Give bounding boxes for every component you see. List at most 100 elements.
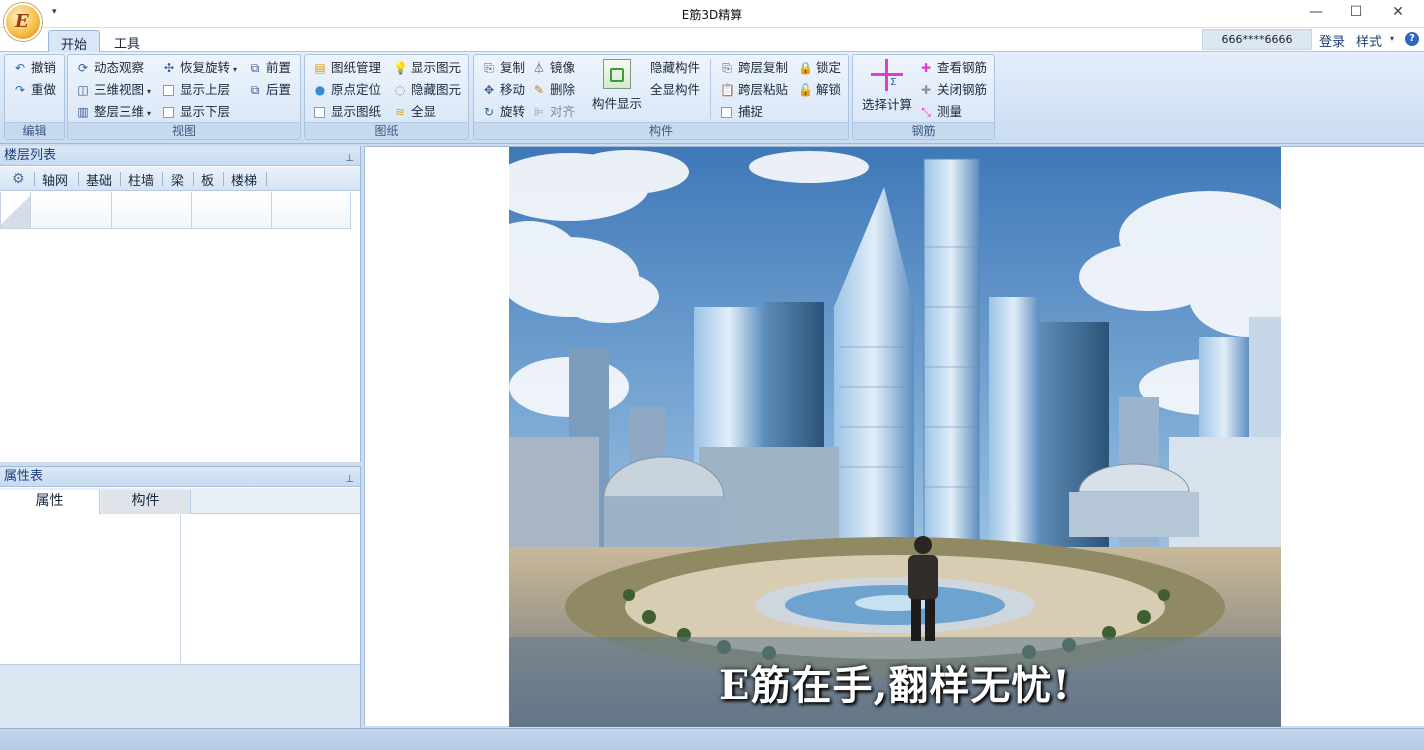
close-button[interactable]: ✕: [1378, 4, 1418, 24]
orbit-button[interactable]: ⟳ 动态观察: [74, 58, 144, 78]
delete-button[interactable]: ✎ 删除: [530, 80, 575, 100]
lock-icon: 🔒: [798, 61, 813, 75]
bulb-on-icon: 💡: [393, 61, 408, 75]
divider: [223, 172, 224, 186]
floor-tab-foundation[interactable]: 基础: [86, 170, 112, 189]
hide-component-button[interactable]: 隐藏构件: [650, 58, 700, 78]
restore-rotate-button[interactable]: ✣ 恢复旋转 ▾: [160, 58, 237, 78]
unlock-icon: 🔓: [798, 83, 813, 97]
cross-floor-copy-button[interactable]: ⎘ 跨层复制: [718, 58, 788, 78]
divider: [78, 172, 79, 186]
floor-grid[interactable]: [0, 192, 351, 229]
app-logo-icon[interactable]: E: [4, 3, 42, 41]
show-element-button[interactable]: 💡 显示图元: [391, 58, 461, 78]
divider: [120, 172, 121, 186]
grid-column-header[interactable]: [112, 192, 192, 228]
checkbox[interactable]: [721, 107, 732, 118]
account-id: 666****6666: [1202, 29, 1312, 50]
title-bar: ▾ E筋3D精算 — ☐ ✕: [0, 0, 1424, 28]
property-description-box: [0, 664, 360, 728]
grid-column-header[interactable]: [272, 192, 351, 228]
measure-button[interactable]: ⤡ 测量: [917, 102, 962, 122]
tab-home[interactable]: 开始: [48, 30, 101, 53]
send-back-button[interactable]: ⧉ 后置: [246, 80, 291, 100]
minimize-button[interactable]: —: [1296, 4, 1336, 24]
move-cross-icon: ✣: [163, 61, 175, 75]
checkbox[interactable]: [163, 85, 174, 96]
show-all-layers-button[interactable]: ≋ 全显: [391, 102, 436, 122]
cross-copy-icon: ⎘: [722, 61, 732, 75]
show-lower-checkbox[interactable]: 显示下层: [160, 102, 230, 122]
floor-toolbar: ⚙ 轴网 基础 柱墙 梁 板 楼梯: [0, 167, 360, 191]
send-back-icon: ⧉: [250, 83, 260, 97]
show-upper-checkbox[interactable]: 显示上层: [160, 80, 230, 100]
select-calculate-button[interactable]: Σ 选择计算: [857, 59, 917, 113]
help-icon[interactable]: ?: [1405, 32, 1419, 46]
divider: [162, 172, 163, 186]
measure-icon: ⤡: [921, 105, 931, 119]
checkbox[interactable]: [314, 107, 325, 118]
view-3d-button[interactable]: ◫ 三维视图 ▾: [74, 80, 151, 100]
rotate-icon: ↻: [483, 105, 495, 119]
undo-icon: ↶: [14, 61, 26, 75]
align-button[interactable]: ⊫ 对齐: [530, 102, 575, 122]
copy-button[interactable]: ⎘ 复制: [480, 58, 525, 78]
floor-tab-axis[interactable]: 轴网: [42, 170, 68, 189]
view-rebar-button[interactable]: ✚ 查看钢筋: [917, 58, 987, 78]
tab-components[interactable]: 构件: [101, 490, 191, 514]
origin-locate-button[interactable]: ● 原点定位: [311, 80, 381, 100]
ribbon-tab-row: 开始 工具 666****6666 登录 样式 ▾ ?: [0, 28, 1424, 53]
tab-tools[interactable]: 工具: [102, 30, 152, 53]
gear-icon[interactable]: ⚙: [12, 171, 25, 187]
floor-tab-beam[interactable]: 梁: [171, 170, 184, 189]
whole-3d-button[interactable]: ▥ 整层三维 ▾: [74, 102, 151, 122]
divider: [34, 172, 35, 186]
orbit-icon: ⟳: [77, 61, 89, 75]
login-link[interactable]: 登录: [1319, 31, 1345, 50]
show-all-components-button[interactable]: 全显构件: [650, 80, 700, 100]
hide-element-button[interactable]: ◌ 隐藏图元: [391, 80, 461, 100]
close-rebar-button[interactable]: ✚ 关闭钢筋: [917, 80, 987, 100]
grid-column-header[interactable]: [192, 192, 272, 228]
cross-floor-paste-button[interactable]: 📋 跨层粘贴: [718, 80, 788, 100]
unlock-button[interactable]: 🔓 解锁: [796, 80, 841, 100]
drawing-manage-button[interactable]: ▤ 图纸管理: [311, 58, 381, 78]
redo-icon: ↷: [14, 83, 26, 97]
paste-icon: 📋: [720, 83, 735, 97]
redo-button[interactable]: ↷ 重做: [11, 80, 56, 100]
undo-button[interactable]: ↶ 撤销: [11, 58, 56, 78]
snap-checkbox[interactable]: 捕捉: [718, 102, 763, 122]
floor-tab-slab[interactable]: 板: [201, 170, 214, 189]
floor-tab-stairs[interactable]: 楼梯: [231, 170, 257, 189]
property-panel: 属性表 ⊥ 属性 构件: [0, 466, 361, 728]
maximize-button[interactable]: ☐: [1336, 4, 1376, 24]
drawing-canvas[interactable]: E筋在手,翻样无忧!: [364, 146, 1424, 727]
style-menu[interactable]: 样式: [1356, 31, 1382, 50]
pin-icon[interactable]: ⊥: [345, 149, 354, 168]
show-drawing-checkbox[interactable]: 显示图纸: [311, 102, 381, 122]
rotate-button[interactable]: ↻ 旋转: [480, 102, 525, 122]
mirror-button[interactable]: ⏃ 镜像: [530, 58, 575, 78]
grid-corner[interactable]: [1, 192, 31, 228]
lock-button[interactable]: 🔒 锁定: [796, 58, 841, 78]
floor-list-panel: 楼层列表 ⊥ ⚙ 轴网 基础 柱墙 梁 板 楼梯: [0, 146, 361, 462]
floor-tab-column-wall[interactable]: 柱墙: [128, 170, 154, 189]
drawing-manager-icon: ▤: [314, 61, 326, 75]
splash-slogan: E筋在手,翻样无忧!: [719, 662, 1071, 709]
divider: [266, 172, 267, 186]
bring-front-button[interactable]: ⧉ 前置: [246, 58, 291, 78]
splash-image: E筋在手,翻样无忧!: [509, 147, 1281, 727]
tab-attributes[interactable]: 属性: [0, 490, 100, 514]
grid-column-header[interactable]: [32, 192, 112, 228]
chevron-down-icon: ▾: [233, 65, 238, 74]
pin-icon[interactable]: ⊥: [345, 470, 354, 489]
property-header: 属性表 ⊥: [0, 467, 360, 487]
move-button[interactable]: ✥ 移动: [480, 80, 525, 100]
divider: [193, 172, 194, 186]
component-display-button[interactable]: 构件显示: [586, 59, 648, 112]
align-icon: ⊫: [533, 105, 545, 119]
group-drawing: ▤ 图纸管理 💡 显示图元 ● 原点定位 ◌ 隐藏图元 显示图纸 ≋ 全显 图纸: [304, 54, 469, 140]
checkbox[interactable]: [163, 107, 174, 118]
chevron-down-icon[interactable]: ▾: [1390, 34, 1394, 43]
calculate-cross-icon: Σ: [871, 59, 903, 91]
